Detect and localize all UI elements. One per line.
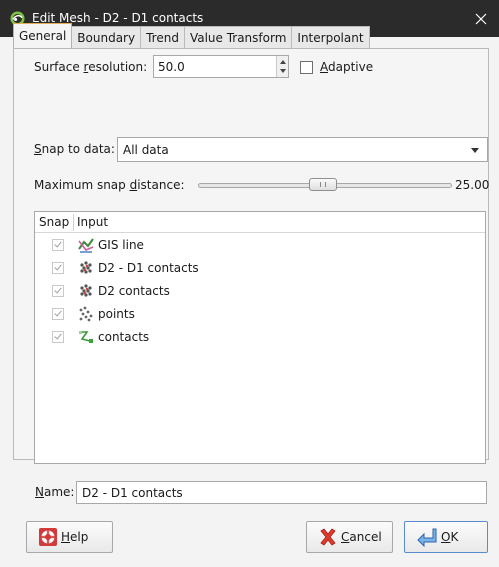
ok-button[interactable]: OK [404,521,488,553]
surface-resolution-spinbox[interactable]: 50.0 [153,55,289,78]
snap-to-data-dropdown[interactable]: All data [117,137,488,162]
max-snap-distance-label: Maximum snap distance: [34,178,185,192]
row-label: D2 - D1 contacts [98,261,199,275]
surface-resolution-value[interactable]: 50.0 [158,60,185,74]
row-label: D2 contacts [98,284,170,298]
points-scatter-icon [79,306,93,322]
spin-buttons[interactable] [276,56,288,77]
contacts-polyline-icon [79,331,93,343]
close-button[interactable] [463,0,499,37]
adaptive-label[interactable]: Adaptive [320,60,373,74]
tab-boundary[interactable]: Boundary [71,26,142,48]
snap-inputs-table: Snap Input GIS line D2 - D1 contacts D2 … [34,211,486,464]
surface-resolution-label: Surface resolution: [34,60,148,74]
tab-interpolant[interactable]: Interpolant [291,26,370,48]
max-snap-distance-value: 25.00 [455,178,490,192]
name-label: Name: [35,485,75,499]
table-row[interactable]: D2 contacts [35,280,485,303]
cancel-button[interactable]: Cancel [306,521,393,553]
points-cluster-icon [80,284,92,297]
enter-arrow-icon [417,528,437,547]
name-field-value[interactable]: D2 - D1 contacts [82,486,183,500]
table-row[interactable]: GIS line [35,234,485,257]
column-header-input[interactable]: Input [77,215,108,229]
table-row[interactable]: contacts [35,326,485,349]
tab-bar: General Boundary Trend Value Transform I… [13,23,370,48]
table-row[interactable]: points [35,303,485,326]
row-snap-checkbox[interactable] [52,331,64,343]
row-snap-checkbox[interactable] [52,285,64,297]
close-icon [475,13,487,24]
table-header: Snap Input [35,212,485,233]
adaptive-checkbox[interactable] [300,61,313,74]
lifebuoy-icon [39,528,57,546]
gis-line-icon [78,238,94,253]
edit-mesh-dialog: Edit Mesh - D2 - D1 contacts General Bou… [0,0,499,567]
table-row[interactable]: D2 - D1 contacts [35,257,485,280]
tab-general[interactable]: General [13,23,73,48]
help-button[interactable]: Help [26,521,113,553]
column-header-snap[interactable]: Snap [39,215,69,229]
row-label: GIS line [98,238,144,252]
snap-to-data-selected[interactable]: All data [123,143,169,157]
row-label: points [98,307,135,321]
spin-up-arrow-icon[interactable] [280,60,286,64]
tab-trend[interactable]: Trend [140,26,185,48]
tab-value-transform[interactable]: Value Transform [183,26,293,48]
row-snap-checkbox[interactable] [52,262,64,274]
points-cluster-icon [80,261,92,274]
snap-to-data-label: Snap to data: [34,142,115,156]
name-field[interactable]: D2 - D1 contacts [76,481,487,504]
row-snap-checkbox[interactable] [52,239,64,251]
chevron-down-icon[interactable] [471,148,479,153]
row-snap-checkbox[interactable] [52,308,64,320]
spin-down-arrow-icon[interactable] [280,69,286,73]
red-x-icon [320,528,336,546]
slider-thumb[interactable] [309,178,337,191]
row-label: contacts [98,330,150,344]
